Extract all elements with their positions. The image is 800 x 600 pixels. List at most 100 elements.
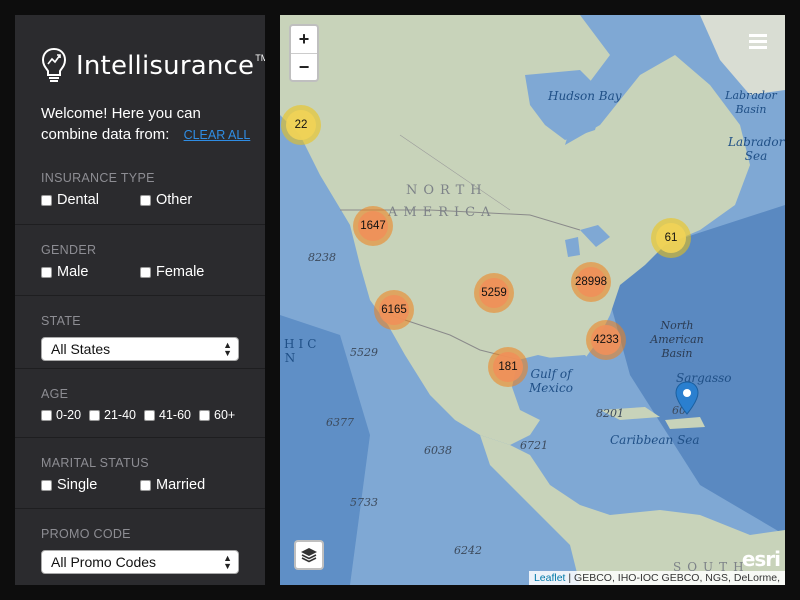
depth-label: 6721 [520,439,548,452]
label-north-american-basin: North American Basin [650,319,704,360]
checkbox-box[interactable] [199,409,210,421]
checkbox-female[interactable]: Female [140,264,239,280]
cluster-marker[interactable]: 6165 [374,290,414,330]
depth-label: 6242 [454,544,482,557]
welcome-message: Welcome! Here you can combine data from: [41,105,201,143]
brand: Intellisurance TM [40,41,265,91]
label-caribbean-sea: Caribbean Sea [610,433,700,447]
cluster-marker[interactable]: 28998 [571,262,611,302]
section-title: MARITAL STATUS [41,456,149,470]
depth-label: 6038 [424,444,452,457]
cluster-count: 6165 [379,295,409,325]
checkbox-box[interactable] [89,409,101,421]
state-section: STATE All States ▲ ▼ [15,295,265,369]
checkbox-box[interactable] [140,479,151,491]
depth-label: 8201 [596,407,624,420]
checkbox-age-21-40[interactable]: 21-40 [89,408,136,422]
checkbox-label: Female [156,264,205,280]
cluster-count: 28998 [575,267,607,297]
cluster-marker[interactable]: 61 [651,218,691,258]
cluster-marker[interactable]: 4233 [586,320,626,360]
checkbox-box[interactable] [41,266,52,278]
map-attribution: Leaflet | GEBCO, IHO-IOC GEBCO, NGS, DeL… [528,571,785,585]
checkbox-married[interactable]: Married [140,477,239,493]
clear-all-link[interactable]: CLEAR ALL [184,128,251,142]
label-north: NORTH [406,183,488,198]
checkbox-age-60-plus[interactable]: 60+ [199,408,235,422]
cluster-marker[interactable]: 22 [281,105,321,145]
trademark: TM [255,53,265,63]
age-section: AGE 0-20 21-40 41-60 60+ [15,368,265,438]
checkbox-label: Other [156,192,193,208]
hamburger-menu-icon[interactable] [749,34,767,52]
depth-label: 5529 [350,346,378,359]
zoom-in-button[interactable]: + [291,26,317,53]
depth-label: 6377 [326,416,354,429]
cluster-marker[interactable]: 5259 [474,273,514,313]
layers-icon [301,548,317,563]
checkbox-label: 60+ [214,408,236,422]
cluster-marker[interactable]: 1647 [353,206,393,246]
checkbox-label: Married [156,477,206,493]
zoom-out-button[interactable]: − [291,53,317,80]
cluster-count: 181 [493,352,523,382]
promo-code-select[interactable]: All Promo Codes ▲ ▼ [41,550,239,574]
checkbox-age-0-20[interactable]: 0-20 [41,408,81,422]
checkbox-box[interactable] [140,194,151,206]
insurance-type-section: INSURANCE TYPE Dental Other [15,153,265,225]
checkbox-other[interactable]: Other [140,192,239,208]
label-pacific-fragment: HIC N [284,337,321,365]
label-gulf-of-mexico: Gulf of Mexico [529,367,573,395]
section-title: PROMO CODE [41,527,131,541]
state-select[interactable]: All States ▲ ▼ [41,337,239,361]
label-labrador-sea: Labrador Sea [728,135,785,163]
sidebar: Intellisurance TM Welcome! Here you can c… [15,15,265,585]
checkbox-label: 21-40 [104,408,137,422]
section-title: STATE [41,314,81,328]
select-arrows-icon: ▲ ▼ [223,340,232,358]
checkbox-box[interactable] [41,409,52,421]
attribution-text: | GEBCO, IHO-IOC GEBCO, NGS, DeLorme, [568,572,780,584]
checkbox-label: Male [57,264,89,280]
checkbox-label: Single [57,477,98,493]
esri-logo: esri [741,547,781,571]
label-labrador-basin: Labrador Basin [725,89,777,116]
cluster-count: 1647 [358,211,388,241]
promo-code-section: PROMO CODE All Promo Codes ▲ ▼ [15,508,265,585]
gender-section: GENDER Male Female [15,224,265,296]
cluster-marker[interactable]: 181 [488,347,528,387]
cluster-count: 22 [286,110,316,140]
zoom-control: + − [289,24,319,82]
checkbox-label: 41-60 [159,408,191,422]
section-title: AGE [41,387,69,401]
map[interactable]: Hudson Bay Labrador Basin Labrador Sea N… [280,15,785,585]
checkbox-box[interactable] [41,194,52,206]
marital-status-section: MARITAL STATUS Single Married [15,437,265,509]
cluster-count: 4233 [591,325,621,355]
label-hudson-bay: Hudson Bay [548,89,622,103]
depth-label: 5733 [350,496,378,509]
section-title: GENDER [41,243,97,257]
leaflet-link[interactable]: Leaflet [534,572,566,584]
depth-label: 8238 [308,251,336,264]
label-america: AMERICA [388,205,497,220]
section-title: INSURANCE TYPE [41,171,155,185]
checkbox-dental[interactable]: Dental [41,192,140,208]
select-value: All States [51,341,111,357]
checkbox-age-41-60[interactable]: 41-60 [144,408,191,422]
location-pin-icon[interactable] [674,381,700,415]
layers-button[interactable] [294,540,324,570]
checkbox-box[interactable] [41,479,52,491]
checkbox-box[interactable] [140,266,151,278]
select-arrows-icon: ▲ ▼ [223,553,232,571]
cluster-count: 61 [656,223,686,253]
checkbox-box[interactable] [144,409,156,421]
app-title: Intellisurance [76,51,255,81]
checkbox-label: 0-20 [56,408,82,422]
checkbox-male[interactable]: Male [41,264,140,280]
cluster-count: 5259 [479,278,509,308]
welcome-text: Welcome! Here you can combine data from:… [41,103,251,146]
checkbox-label: Dental [57,192,99,208]
checkbox-single[interactable]: Single [41,477,140,493]
select-value: All Promo Codes [51,554,157,570]
